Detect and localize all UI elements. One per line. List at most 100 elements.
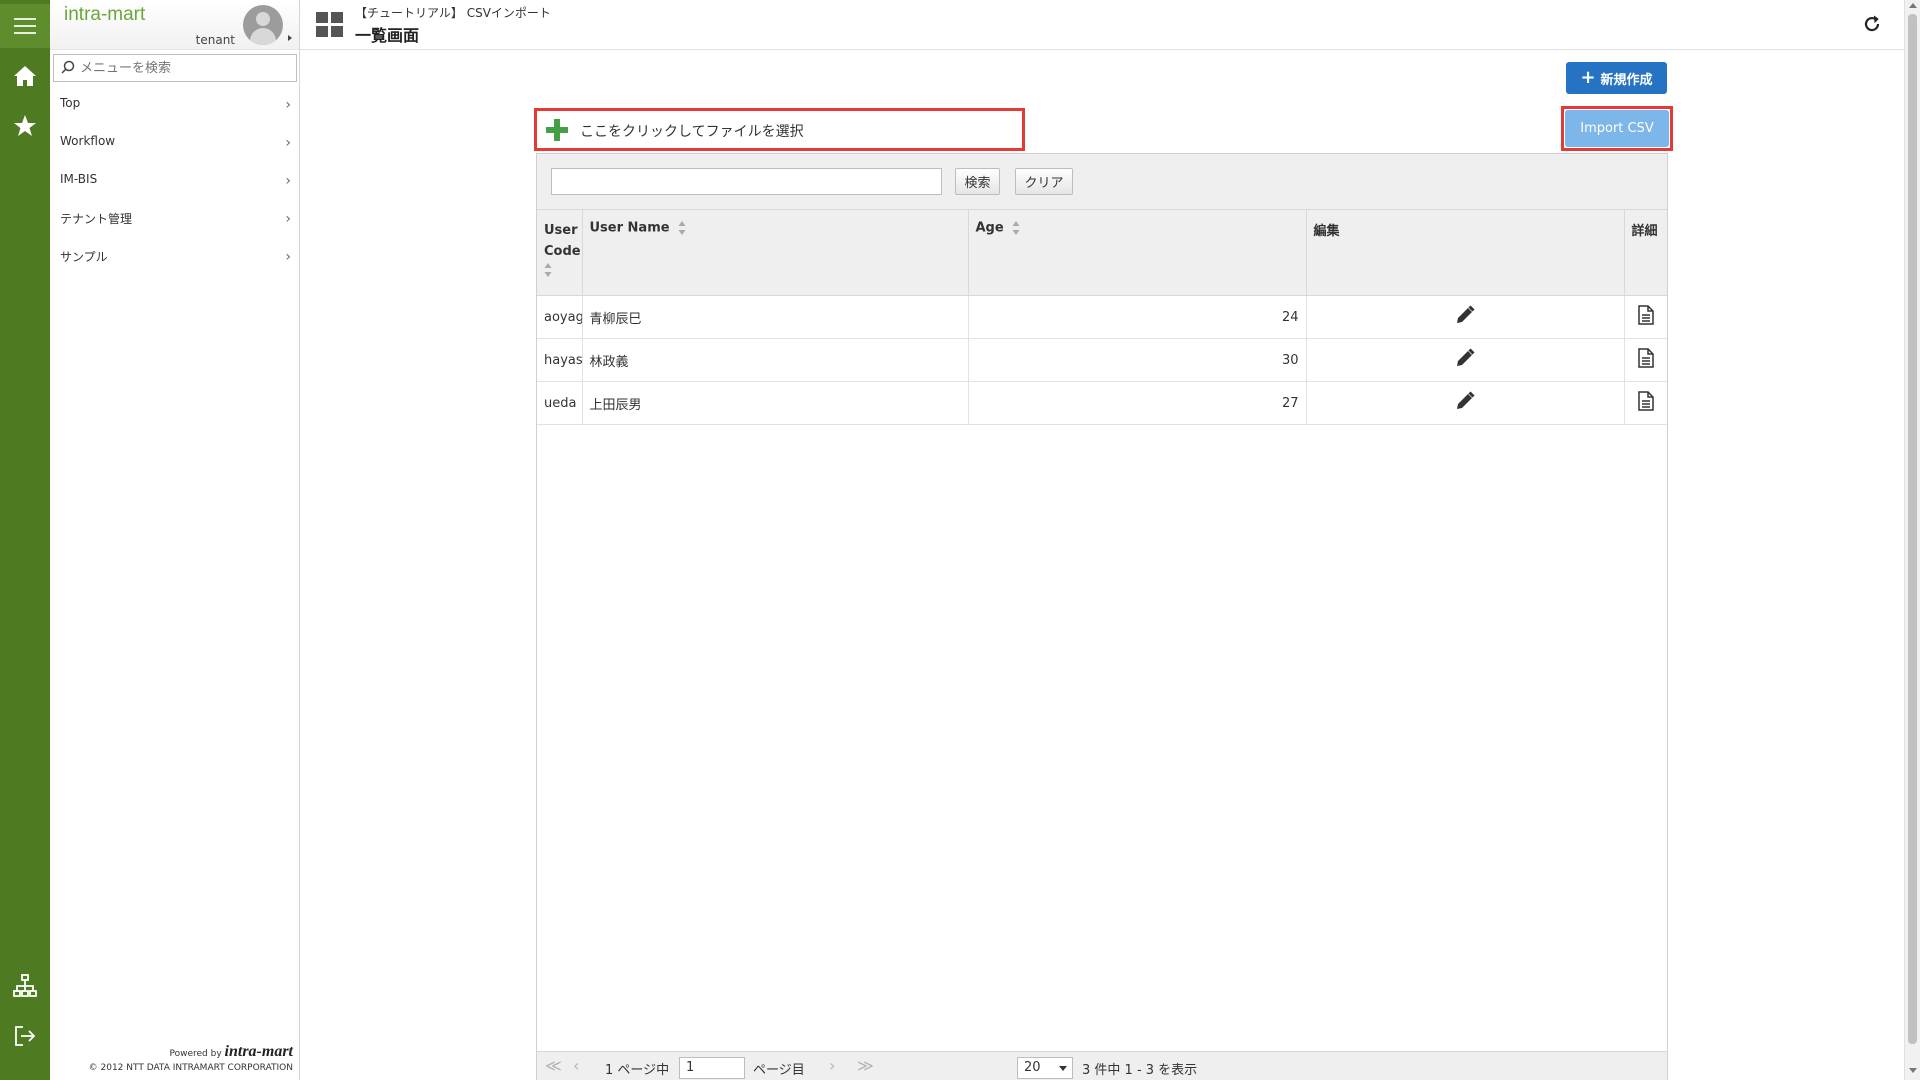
breadcrumb: 【チュートリアル】 CSVインポート	[355, 6, 551, 20]
app-logo[interactable]: intra-mart	[64, 4, 145, 26]
menu-item-label: サンプル	[60, 250, 108, 264]
scroll-down-icon[interactable]	[1909, 1068, 1917, 1073]
home-icon[interactable]	[0, 56, 50, 96]
cell-age: 30	[968, 338, 1307, 382]
cell-edit	[1306, 295, 1625, 339]
document-icon[interactable]	[1638, 305, 1654, 325]
cell-user-name: 上田辰男	[582, 381, 969, 425]
document-icon[interactable]	[1638, 391, 1654, 411]
table-row: hayashi 林政義 30	[537, 338, 1667, 382]
import-csv-button[interactable]: Import CSV	[1565, 110, 1669, 147]
document-icon[interactable]	[1638, 348, 1654, 368]
sort-icon[interactable]	[1012, 220, 1020, 236]
file-select-label: ここをクリックしてファイルを選択	[580, 124, 804, 140]
vertical-scrollbar[interactable]	[1904, 0, 1920, 1080]
scroll-up-icon[interactable]	[1909, 3, 1917, 8]
next-page-icon[interactable]: ›	[829, 1056, 835, 1075]
cell-user-code: ueda	[537, 381, 583, 425]
column-header-user-name[interactable]: User Name	[582, 210, 969, 296]
page-of-label: 1 ページ中	[605, 1063, 670, 1078]
scrollbar-thumb[interactable]	[1908, 14, 1917, 1044]
chevron-right-icon: ›	[285, 173, 291, 189]
page-size-value: 20	[1024, 1060, 1041, 1075]
cell-detail	[1624, 338, 1667, 382]
icon-rail	[0, 0, 50, 1080]
pencil-icon[interactable]	[1455, 391, 1475, 411]
cell-user-code: aoyagi	[537, 295, 583, 339]
search-button[interactable]: 検索	[955, 168, 1000, 195]
cell-user-name: 青柳辰巳	[582, 295, 969, 339]
page-header: 【チュートリアル】 CSVインポート 一覧画面	[300, 0, 1904, 50]
clear-button[interactable]: クリア	[1015, 168, 1073, 195]
menu-item-sample[interactable]: サンプル ›	[50, 238, 299, 276]
chevron-right-icon: ›	[285, 135, 291, 151]
table-row: ueda 上田辰男 27	[537, 381, 1667, 425]
column-header-age[interactable]: Age	[968, 210, 1307, 296]
table-row: aoyagi 青柳辰巳 24	[537, 295, 1667, 339]
menu-search-box[interactable]	[53, 54, 297, 82]
star-icon[interactable]	[0, 106, 50, 146]
last-page-icon[interactable]: ≫	[857, 1056, 874, 1075]
cell-edit	[1306, 381, 1625, 425]
hamburger-menu-icon[interactable]	[0, 4, 50, 48]
page-size-select[interactable]: 20	[1017, 1057, 1073, 1079]
page-suffix-label: ページ目	[753, 1063, 805, 1078]
column-header-label: Age	[975, 220, 1004, 236]
menu-search-input[interactable]	[80, 57, 290, 79]
menu-item-top[interactable]: Top ›	[50, 86, 299, 124]
sort-icon[interactable]	[544, 262, 552, 278]
user-avatar[interactable]	[243, 5, 283, 45]
chevron-down-icon	[1059, 1066, 1067, 1071]
cell-user-name: 林政義	[582, 338, 969, 382]
cell-age: 24	[968, 295, 1307, 339]
cell-detail	[1624, 295, 1667, 339]
copyright: © 2012 NTT DATA INTRAMART CORPORATION	[88, 1063, 293, 1073]
page-number-input[interactable]: 1	[679, 1057, 745, 1079]
logout-icon[interactable]	[0, 1016, 50, 1056]
prev-page-icon[interactable]: ‹	[573, 1056, 579, 1075]
grid-search-toolbar: 検索 クリア	[537, 154, 1667, 210]
cell-age: 27	[968, 381, 1307, 425]
grid-icon[interactable]	[316, 12, 344, 38]
chevron-right-icon: ›	[285, 211, 291, 227]
grid-search-input[interactable]	[551, 168, 942, 195]
menu-item-label: IM-BIS	[60, 172, 98, 186]
powered-brand-logo: intra-mart	[224, 1043, 293, 1060]
sort-icon[interactable]	[678, 220, 686, 236]
caret-right-icon[interactable]	[288, 35, 292, 41]
menu-item-label: Workflow	[60, 134, 116, 148]
file-select-zone[interactable]: ここをクリックしてファイルを選択	[534, 108, 1025, 151]
cell-edit	[1306, 338, 1625, 382]
logo-area: intra-mart tenant	[50, 0, 299, 50]
search-icon	[61, 60, 75, 74]
pencil-icon[interactable]	[1455, 305, 1475, 325]
chevron-right-icon: ›	[285, 97, 291, 113]
powered-by-text: Powered by	[169, 1049, 222, 1059]
menu-item-label: Top	[60, 96, 81, 110]
sitemap-icon[interactable]	[0, 966, 50, 1006]
table-header-row: User Code User Name Age 編集 詳細	[537, 210, 1667, 296]
page-title: 一覧画面	[355, 26, 420, 45]
first-page-icon[interactable]: ≪	[545, 1056, 562, 1075]
menu-item-tenant-admin[interactable]: テナント管理 ›	[50, 200, 299, 238]
cell-detail	[1624, 381, 1667, 425]
pencil-icon[interactable]	[1455, 348, 1475, 368]
menu-item-im-bis[interactable]: IM-BIS ›	[50, 162, 299, 200]
column-header-edit: 編集	[1306, 210, 1625, 296]
column-header-detail: 詳細	[1624, 210, 1667, 296]
powered-by: Powered by intra-mart	[169, 1043, 293, 1061]
green-plus-icon	[546, 119, 568, 141]
new-create-label: 新規作成	[1600, 72, 1653, 88]
user-table: User Code User Name Age 編集 詳細 aoyagi 青柳辰…	[537, 210, 1667, 425]
cell-user-code: hayashi	[537, 338, 583, 382]
plus-icon: +	[1580, 67, 1596, 88]
column-header-label: User Name	[589, 220, 670, 236]
data-grid-panel: 検索 クリア User Code User Name Age 編集 詳細 aoy…	[536, 153, 1668, 1080]
pager: ≪ ‹ 1 ページ中 1 ページ目 › ≫ 20 3 件中 1 - 3 を表示	[537, 1051, 1667, 1080]
column-header-user-code[interactable]: User Code	[537, 210, 583, 296]
menu-item-label: テナント管理	[60, 212, 133, 226]
menu-item-workflow[interactable]: Workflow ›	[50, 124, 299, 162]
new-create-button[interactable]: + 新規作成	[1566, 62, 1667, 94]
menu-sidebar: intra-mart tenant Top › Workflow › IM-BI…	[50, 0, 300, 1080]
refresh-icon[interactable]	[1862, 14, 1882, 34]
